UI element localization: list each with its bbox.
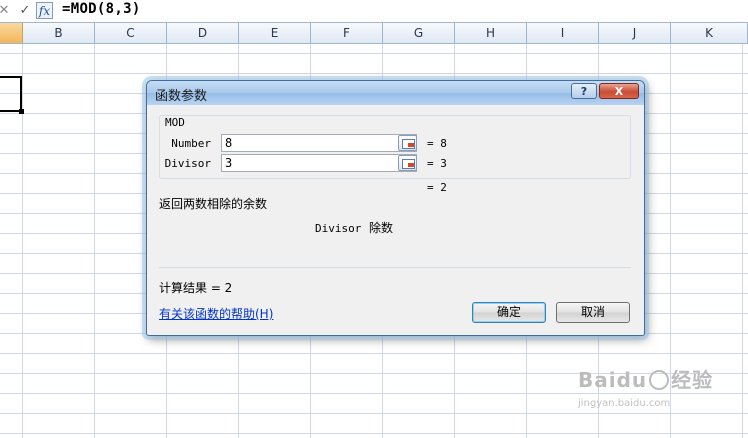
watermark-brand: Baidu [578, 368, 648, 392]
function-help-link[interactable]: 有关该函数的帮助(H) [159, 305, 273, 322]
calculation-result: 计算结果 = 2 [159, 281, 233, 295]
parameter-description: Divisor 除数 [315, 219, 393, 236]
watermark-suffix: 经验 [671, 368, 714, 392]
formula-input[interactable]: =MOD(8,3) [62, 1, 141, 17]
number-ref-button[interactable] [398, 135, 417, 151]
column-header-g[interactable]: G [383, 23, 455, 43]
function-arguments-dialog: 函数参数 ? X MOD Number 8 = 8 Divisor 3 = 3 … [146, 80, 645, 336]
parameter-text: 除数 [369, 221, 394, 235]
column-header-b[interactable]: B [23, 23, 95, 43]
function-description: 返回两数相除的余数 [159, 197, 268, 211]
column-header-d[interactable]: D [167, 23, 239, 43]
watermark-url: jingyan.baidu.com [578, 398, 671, 409]
divider [159, 267, 631, 268]
column-header-k[interactable]: K [671, 23, 748, 43]
cancel-button[interactable]: 取消 [556, 302, 630, 323]
column-headers: B C D E F G H I J K [0, 23, 748, 44]
column-header-c[interactable]: C [95, 23, 167, 43]
paw-icon [649, 370, 670, 390]
column-header-e[interactable]: E [239, 23, 311, 43]
insert-function-button[interactable]: fx [36, 2, 53, 19]
divisor-label: Divisor [164, 157, 211, 170]
help-button[interactable]: ? [571, 83, 597, 99]
dialog-titlebar[interactable]: 函数参数 ? X [147, 81, 644, 105]
formula-result-inline: = 2 [427, 181, 447, 194]
divisor-ref-button[interactable] [398, 155, 417, 171]
close-button[interactable]: X [599, 83, 639, 99]
divisor-result: = 3 [427, 157, 447, 170]
baidu-watermark: Baidu 经验 [578, 364, 713, 393]
column-header-a[interactable] [0, 23, 23, 43]
enter-formula-icon[interactable]: ✓ [17, 2, 33, 19]
number-result: = 8 [427, 137, 447, 150]
column-header-h[interactable]: H [455, 23, 527, 43]
parameter-name: Divisor [315, 222, 362, 235]
selected-cell[interactable] [0, 76, 22, 112]
column-header-i[interactable]: I [527, 23, 599, 43]
column-header-f[interactable]: F [311, 23, 383, 43]
divisor-input[interactable]: 3 [221, 154, 417, 172]
number-input[interactable]: 8 [221, 134, 417, 152]
column-header-j[interactable]: J [599, 23, 671, 43]
dialog-title: 函数参数 [155, 89, 208, 104]
function-name: MOD [165, 116, 185, 129]
cancel-formula-icon[interactable]: ✕ [0, 2, 12, 19]
fill-handle[interactable] [19, 109, 24, 114]
ok-button[interactable]: 确定 [472, 302, 546, 323]
formula-bar: ✕ ✓ fx =MOD(8,3) [0, 0, 748, 23]
number-label: Number [171, 137, 211, 150]
